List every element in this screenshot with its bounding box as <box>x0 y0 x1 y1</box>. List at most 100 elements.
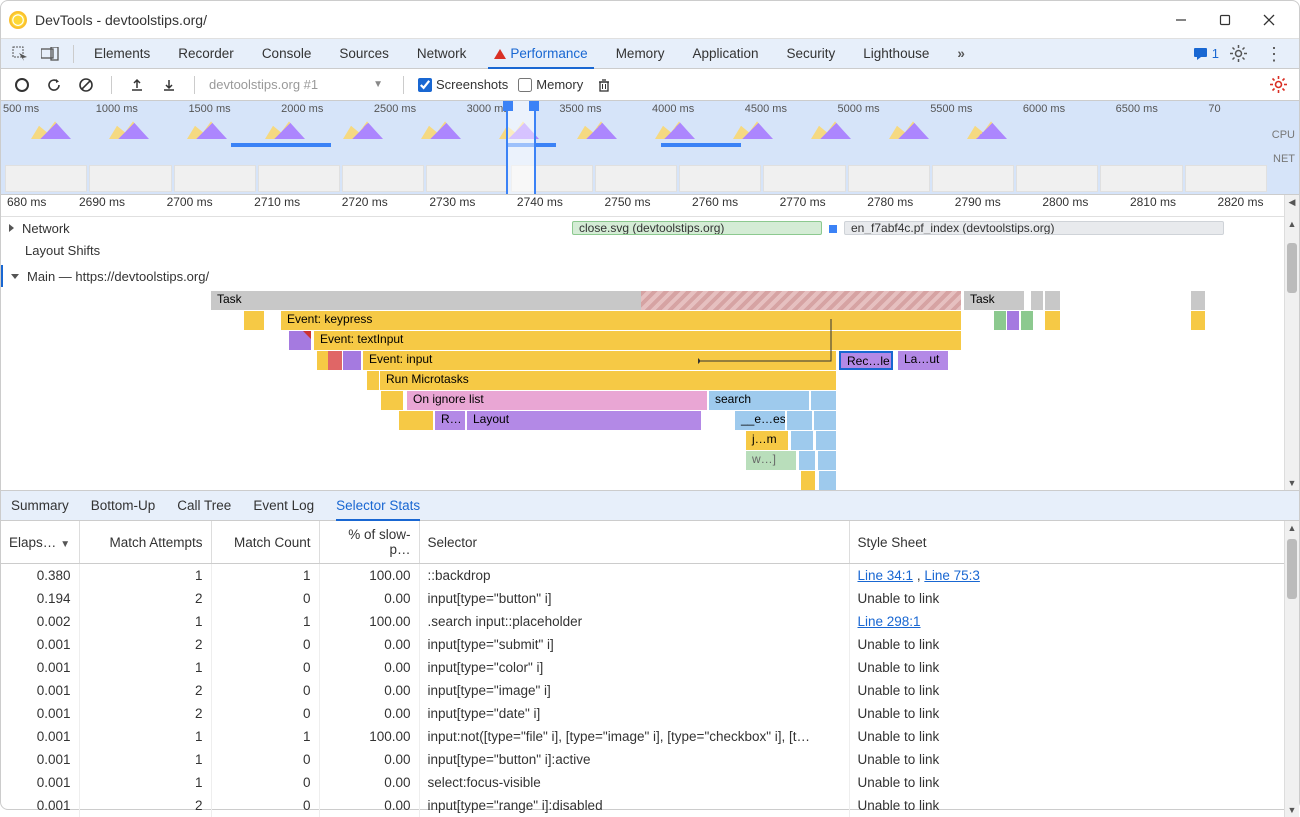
table-row[interactable]: 0.38011100.00::backdropLine 34:1 , Line … <box>1 564 1299 588</box>
overview-viewport[interactable] <box>506 101 536 194</box>
tab-recorder[interactable]: Recorder <box>164 39 248 68</box>
flame-entry[interactable] <box>801 471 815 490</box>
flame-r[interactable]: R… <box>435 411 465 430</box>
flame-search[interactable]: search <box>709 391 809 410</box>
tab-console[interactable]: Console <box>248 39 326 68</box>
flame-entry[interactable] <box>814 411 836 430</box>
screenshots-checkbox[interactable]: Screenshots <box>418 77 508 92</box>
flame-task-long[interactable] <box>641 291 961 310</box>
stylesheet-link[interactable]: Line 75:3 <box>924 568 980 583</box>
flame-entry[interactable] <box>328 351 342 370</box>
flame-layout[interactable]: La…ut <box>898 351 948 370</box>
clear-button[interactable] <box>75 74 97 96</box>
device-toolbar-icon[interactable] <box>39 43 61 65</box>
flame-entry[interactable] <box>391 391 403 410</box>
table-row[interactable]: 0.001200.00input[type="submit" i]Unable … <box>1 633 1299 656</box>
track-layout-shifts[interactable]: Layout Shifts <box>1 239 1299 261</box>
tab-sources[interactable]: Sources <box>325 39 403 68</box>
flame-ees[interactable]: __e…es <box>735 411 785 430</box>
scroll-up-icon[interactable]: ▲ <box>1285 217 1299 231</box>
flame-entry[interactable] <box>787 411 812 430</box>
flame-event-textinput[interactable]: Event: textInput <box>314 331 961 350</box>
track-main[interactable]: Main — https://devtoolstips.org/ <box>1 265 1299 287</box>
flame-entry[interactable] <box>816 431 836 450</box>
tab-network[interactable]: Network <box>403 39 481 68</box>
flame-entry[interactable] <box>994 311 1006 330</box>
tab-security[interactable]: Security <box>773 39 850 68</box>
table-row[interactable]: 0.194200.00input[type="button" i]Unable … <box>1 587 1299 610</box>
flame-recalc[interactable]: Rec…le <box>839 351 893 370</box>
flame-chart[interactable]: Network close.svg (devtoolstips.org) en_… <box>1 217 1299 491</box>
gc-button[interactable] <box>593 74 615 96</box>
network-request[interactable]: close.svg (devtoolstips.org) <box>572 221 822 235</box>
col-match-count[interactable]: Match Count <box>211 521 319 564</box>
scroll-down-icon[interactable]: ▼ <box>1285 803 1299 817</box>
track-network[interactable]: Network close.svg (devtoolstips.org) en_… <box>1 217 1299 239</box>
flame-task[interactable]: Task <box>964 291 1024 310</box>
memory-checkbox[interactable]: Memory <box>518 77 583 92</box>
capture-settings-icon[interactable] <box>1267 74 1289 96</box>
flame-task[interactable] <box>1191 291 1205 310</box>
memory-input[interactable] <box>518 78 532 92</box>
flame-entry[interactable] <box>421 411 433 430</box>
recording-dropdown-value[interactable] <box>209 75 389 94</box>
detail-scrollbar[interactable]: ◀ <box>1284 195 1299 217</box>
collapse-icon[interactable] <box>11 274 19 279</box>
tab-performance[interactable]: Performance <box>480 39 601 68</box>
stylesheet-link[interactable]: Line 34:1 <box>858 568 914 583</box>
col-match-attempts[interactable]: Match Attempts <box>79 521 211 564</box>
reload-button[interactable] <box>43 74 65 96</box>
col-elapsed[interactable]: Elaps…▼ <box>1 521 79 564</box>
scroll-left-icon[interactable]: ◀ <box>1285 195 1299 209</box>
flame-task[interactable] <box>1031 291 1043 310</box>
col-selector[interactable]: Selector <box>419 521 849 564</box>
expand-icon[interactable] <box>9 224 14 232</box>
table-row[interactable]: 0.001100.00select:focus-visibleUnable to… <box>1 771 1299 794</box>
table-scrollbar[interactable]: ▲ ▼ <box>1284 521 1299 817</box>
tab-lighthouse[interactable]: Lighthouse <box>849 39 943 68</box>
stylesheet-link[interactable]: Line 298:1 <box>858 614 921 629</box>
tab-bottom-up[interactable]: Bottom-Up <box>91 491 156 520</box>
download-button[interactable] <box>158 74 180 96</box>
tab-selector-stats[interactable]: Selector Stats <box>336 491 420 520</box>
table-row[interactable]: 0.00211100.00.search input::placeholderL… <box>1 610 1299 633</box>
flame-entry[interactable] <box>818 451 836 470</box>
inspect-element-icon[interactable] <box>9 43 31 65</box>
flame-entry[interactable] <box>799 451 815 470</box>
scrollbar-thumb[interactable] <box>1287 243 1297 293</box>
flame-entry[interactable] <box>1045 311 1060 330</box>
tab-event-log[interactable]: Event Log <box>253 491 314 520</box>
scroll-down-icon[interactable]: ▼ <box>1285 476 1299 490</box>
col-stylesheet[interactable]: Style Sheet <box>849 521 1299 564</box>
flame-entry[interactable] <box>1191 311 1205 330</box>
flame-entry[interactable] <box>343 351 361 370</box>
tab-elements[interactable]: Elements <box>80 39 164 68</box>
tab-memory[interactable]: Memory <box>602 39 679 68</box>
table-row[interactable]: 0.001200.00input[type="date" i]Unable to… <box>1 702 1299 725</box>
flame-entry[interactable] <box>244 311 264 330</box>
track-label-network[interactable]: Network <box>1 221 211 236</box>
table-row[interactable]: 0.001100.00input[type="button" i]:active… <box>1 748 1299 771</box>
maximize-button[interactable] <box>1203 5 1247 35</box>
flame-w[interactable]: w…] <box>746 451 796 470</box>
recording-dropdown[interactable]: ▼ <box>209 75 389 94</box>
more-icon[interactable]: ⋮ <box>1263 43 1285 65</box>
table-row[interactable]: 0.001200.00input[type="image" i]Unable t… <box>1 679 1299 702</box>
flame-entry[interactable] <box>409 411 421 430</box>
screenshots-input[interactable] <box>418 78 432 92</box>
network-request[interactable]: en_f7abf4c.pf_index (devtoolstips.org) <box>844 221 1224 235</box>
scroll-up-icon[interactable]: ▲ <box>1285 521 1299 535</box>
detail-ruler[interactable]: 680 ms 2690 ms 2700 ms 2710 ms 2720 ms 2… <box>1 195 1299 217</box>
scrollbar-thumb[interactable] <box>1287 539 1297 599</box>
flame-event-keypress[interactable]: Event: keypress <box>281 311 961 330</box>
tracks-scrollbar[interactable]: ▲ ▼ <box>1284 217 1299 490</box>
record-button[interactable] <box>11 74 33 96</box>
viewport-handle-left[interactable] <box>503 101 513 111</box>
flame-microtasks[interactable]: Run Microtasks <box>380 371 836 390</box>
flame-layout[interactable]: Layout <box>467 411 701 430</box>
issues-button[interactable]: 1 <box>1193 46 1219 61</box>
tab-application[interactable]: Application <box>678 39 772 68</box>
table-row[interactable]: 0.001100.00input[type="color" i]Unable t… <box>1 656 1299 679</box>
track-label-main[interactable]: Main — https://devtoolstips.org/ <box>3 269 213 284</box>
tab-summary[interactable]: Summary <box>11 491 69 520</box>
